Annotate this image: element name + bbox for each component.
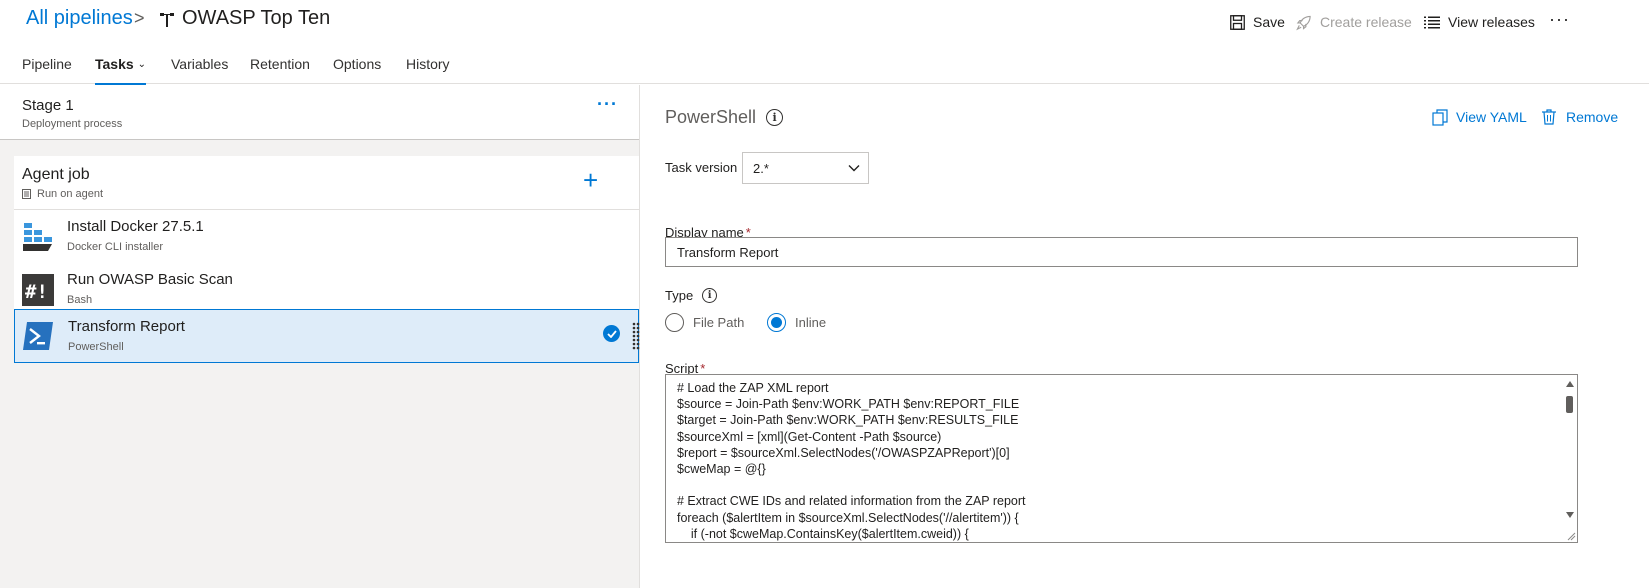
stage-subtitle: Deployment process — [22, 118, 123, 130]
task-row-transform-report[interactable]: Transform Report PowerShell — [14, 309, 640, 363]
server-icon — [22, 189, 31, 199]
task-title: Transform Report — [68, 318, 185, 335]
task-subtitle: PowerShell — [68, 341, 124, 353]
script-line: $target = Join-Path $env:WORK_PATH $env:… — [677, 413, 1019, 428]
pipeline-title: OWASP Top Ten — [182, 7, 331, 29]
add-task-button[interactable]: + — [583, 165, 598, 196]
agent-job-subtitle-text: Run on agent — [37, 188, 104, 200]
tab-label: Pipeline — [22, 56, 72, 72]
script-line — [677, 477, 1026, 493]
tab-label: History — [406, 56, 450, 72]
scroll-down-arrow-icon[interactable] — [1566, 512, 1574, 518]
list-icon — [1424, 14, 1440, 30]
scroll-up-arrow-icon[interactable] — [1566, 381, 1574, 387]
tab-options[interactable]: Options — [333, 56, 381, 84]
scrollbar-thumb[interactable] — [1566, 396, 1573, 413]
task-subtitle: Bash — [67, 294, 93, 306]
task-subtitle: Docker CLI installer — [67, 241, 163, 253]
script-content[interactable]: # Load the ZAP XML report $source = Join… — [677, 380, 1026, 542]
script-line: # Load the ZAP XML report — [677, 381, 829, 395]
task-details-panel: PowerShell i View YAML Remove Task versi… — [641, 85, 1649, 588]
task-version-dropdown[interactable]: 2.* — [742, 152, 869, 184]
tab-label: Retention — [250, 56, 310, 72]
rocket-icon — [1296, 14, 1312, 30]
more-actions-button[interactable]: ··· — [1549, 10, 1570, 28]
powershell-icon — [23, 322, 53, 350]
task-list-panel: Stage 1 Deployment process ··· Agent job… — [0, 85, 640, 588]
bash-icon: #! — [22, 274, 54, 306]
script-line: $report = $sourceXml.SelectNodes('/OWASP… — [677, 445, 1010, 460]
task-version-value: 2.* — [753, 161, 769, 176]
stage-header[interactable]: Stage 1 Deployment process ··· — [0, 85, 639, 140]
save-icon — [1229, 14, 1245, 30]
display-name-input[interactable] — [665, 237, 1578, 267]
svg-text:#!: #! — [25, 281, 48, 303]
radio-button[interactable] — [767, 313, 786, 332]
view-yaml-label: View YAML — [1456, 109, 1527, 125]
stage-more-button[interactable]: ··· — [597, 95, 618, 113]
create-release-label: Create release — [1320, 14, 1412, 30]
trash-icon — [1542, 109, 1558, 125]
tab-retention[interactable]: Retention — [250, 56, 310, 84]
task-version-label: Task version — [665, 160, 738, 175]
type-label: Type i — [665, 288, 718, 303]
script-line: # Extract CWE IDs and related informatio… — [677, 494, 1026, 509]
script-line: foreach ($alertItem in $sourceXml.Select… — [677, 510, 1019, 525]
stage-title: Stage 1 — [22, 97, 74, 114]
script-line: $source = Join-Path $env:WORK_PATH $env:… — [677, 397, 1020, 412]
resize-handle-icon[interactable] — [1566, 531, 1576, 541]
checkmark-icon — [603, 325, 620, 342]
tab-label: Variables — [171, 56, 229, 72]
drag-handle-icon[interactable] — [632, 322, 640, 350]
tab-label: Tasks — [95, 56, 134, 72]
agent-job-title: Agent job — [22, 166, 90, 183]
type-radio-inline[interactable]: Inline — [767, 313, 826, 332]
tab-history[interactable]: History — [406, 56, 450, 84]
task-title: Install Docker 27.5.1 — [67, 218, 204, 235]
agent-job-row[interactable]: Agent job Run on agent + — [14, 156, 639, 210]
task-details-title: PowerShell i — [665, 107, 784, 128]
chevron-down-icon — [848, 165, 860, 172]
clipboard-icon — [1432, 109, 1448, 126]
agent-job-subtitle: Run on agent — [22, 188, 103, 200]
breadcrumb-all-pipelines[interactable]: All pipelines — [26, 7, 133, 30]
tab-label: Options — [333, 56, 382, 72]
release-pipeline-icon — [160, 13, 174, 27]
type-radio-file-path[interactable]: File Path — [665, 313, 744, 332]
task-title: Run OWASP Basic Scan — [67, 271, 233, 288]
radio-button[interactable] — [665, 313, 684, 332]
radio-label: File Path — [693, 315, 745, 330]
create-release-button[interactable]: Create release — [1296, 12, 1412, 32]
script-line: if (-not $cweMap.ContainsKey($alertItem.… — [677, 526, 969, 541]
page-header: All pipelines > OWASP Top Ten Save Creat… — [0, 0, 1649, 44]
script-line: $sourceXml = [xml](Get-Content -Path $so… — [677, 429, 942, 444]
info-icon[interactable]: i — [702, 288, 718, 303]
view-releases-label: View releases — [1448, 14, 1535, 30]
type-label-text: Type — [665, 288, 694, 303]
tab-variables[interactable]: Variables — [171, 56, 228, 84]
chevron-down-icon: ⌄ — [137, 59, 147, 70]
tab-tasks[interactable]: Tasks ⌄ — [95, 56, 147, 85]
vertical-scrollbar[interactable] — [1561, 375, 1577, 542]
docker-installer-icon — [23, 223, 52, 251]
script-line: $cweMap = @{} — [677, 461, 766, 476]
breadcrumb-separator: > — [134, 8, 145, 28]
view-yaml-button[interactable]: View YAML — [1432, 109, 1527, 126]
task-row-install-docker[interactable]: Install Docker 27.5.1 Docker CLI install… — [14, 210, 639, 264]
task-type-name: PowerShell — [665, 107, 757, 127]
save-button[interactable]: Save — [1229, 12, 1285, 32]
tab-pipeline[interactable]: Pipeline — [22, 56, 72, 84]
view-releases-button[interactable]: View releases — [1424, 12, 1535, 32]
script-editor[interactable]: # Load the ZAP XML report $source = Join… — [665, 374, 1578, 543]
tab-bar: Pipeline Tasks ⌄ Variables Retention Opti… — [0, 48, 1649, 85]
remove-button[interactable]: Remove — [1542, 109, 1618, 125]
info-icon[interactable]: i — [766, 109, 784, 126]
radio-label: Inline — [795, 315, 827, 330]
save-label: Save — [1253, 14, 1285, 30]
remove-label: Remove — [1566, 109, 1619, 125]
